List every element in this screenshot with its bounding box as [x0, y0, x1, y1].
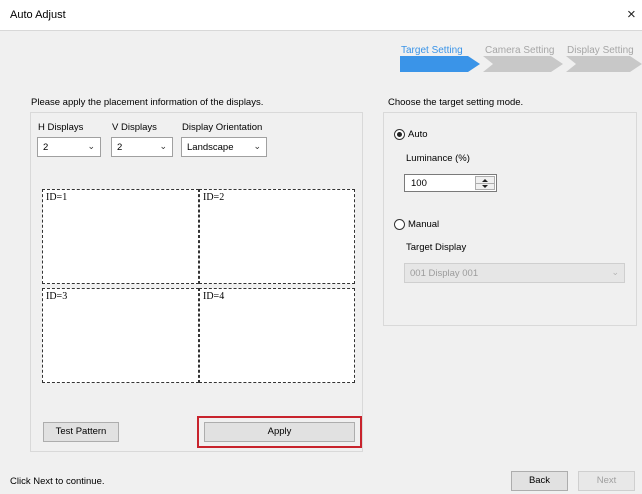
chevron-down-icon: ⌄: [87, 141, 95, 151]
v-displays-select[interactable]: 2 ⌄: [111, 137, 173, 157]
target-display-label: Target Display: [406, 242, 467, 253]
test-pattern-button[interactable]: Test Pattern: [43, 422, 119, 442]
orientation-value: Landscape: [187, 142, 234, 153]
back-button[interactable]: Back: [511, 471, 568, 491]
next-button[interactable]: Next: [578, 471, 635, 491]
display-cell-4[interactable]: ID=4: [199, 288, 355, 383]
h-displays-value: 2: [43, 142, 49, 153]
manual-radio[interactable]: [394, 219, 405, 230]
window-title: Auto Adjust: [10, 9, 66, 21]
step-label-display-setting: Display Setting: [567, 45, 634, 56]
luminance-value: 100: [411, 178, 427, 189]
display-cell-1[interactable]: ID=1: [42, 189, 199, 284]
auto-label: Auto: [408, 129, 428, 140]
display-cell-3[interactable]: ID=3: [42, 288, 199, 383]
step-label-target-setting: Target Setting: [401, 45, 463, 56]
h-displays-select[interactable]: 2 ⌄: [37, 137, 101, 157]
v-displays-value: 2: [117, 142, 123, 153]
chevron-down-icon: ⌄: [159, 141, 167, 151]
step-arrow-display-setting: [566, 56, 642, 72]
footer-hint: Click Next to continue.: [10, 476, 105, 487]
h-displays-label: H Displays: [38, 122, 84, 133]
title-bar: Auto Adjust ×: [0, 0, 642, 30]
orientation-select[interactable]: Landscape ⌄: [181, 137, 267, 157]
chevron-down-icon: ⌄: [253, 141, 261, 151]
close-icon[interactable]: ×: [627, 6, 636, 23]
luminance-spinner[interactable]: 100: [404, 174, 497, 192]
apply-button[interactable]: Apply: [204, 422, 355, 442]
placement-instruction: Please apply the placement information o…: [31, 97, 264, 108]
auto-radio[interactable]: [394, 129, 405, 140]
manual-label: Manual: [408, 219, 440, 230]
step-arrow-camera-setting: [483, 56, 563, 72]
v-displays-label: V Displays: [112, 122, 157, 133]
orientation-label: Display Orientation: [182, 122, 263, 133]
target-display-value: 001 Display 001: [410, 268, 479, 279]
target-display-select[interactable]: 001 Display 001 ⌄: [404, 263, 625, 283]
target-mode-heading: Choose the target setting mode.: [388, 97, 524, 108]
display-cell-2[interactable]: ID=2: [199, 189, 355, 284]
spinner-arrows-icon[interactable]: [475, 176, 495, 190]
luminance-label: Luminance (%): [406, 153, 470, 164]
title-separator: [0, 30, 642, 31]
step-label-camera-setting: Camera Setting: [485, 45, 555, 56]
chevron-down-icon: ⌄: [611, 267, 619, 277]
step-arrow-target-setting: [400, 56, 480, 72]
